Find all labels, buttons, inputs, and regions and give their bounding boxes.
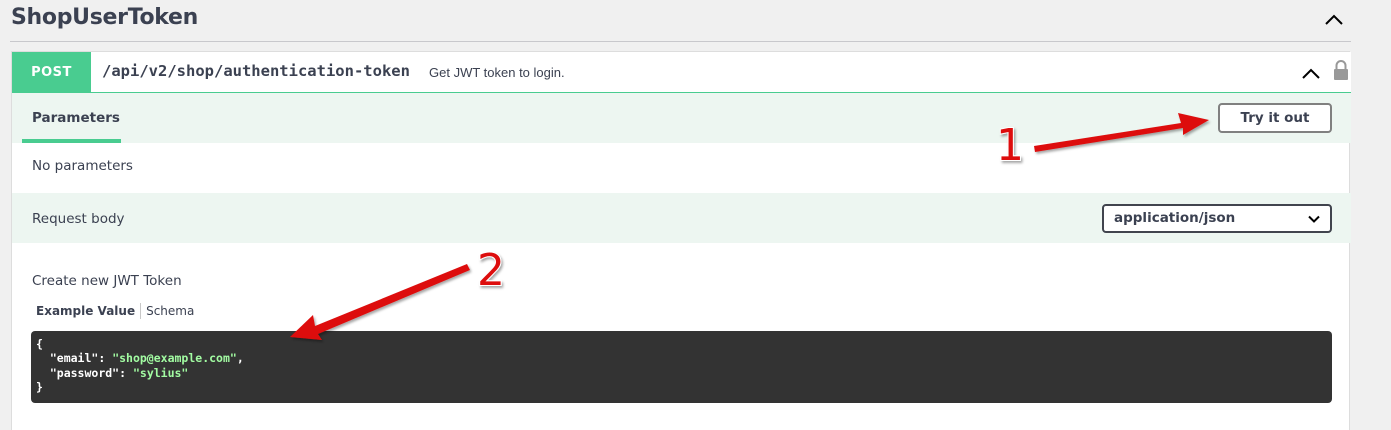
- code-password-value: "sylius": [132, 365, 189, 380]
- request-body-section-header: Request body application/json: [12, 193, 1351, 243]
- operation-summary[interactable]: POST /api/v2/shop/authentication-token G…: [12, 52, 1351, 93]
- tab-example-value[interactable]: Example Value: [36, 304, 140, 318]
- parameters-section-header: Parameters Try it out: [12, 93, 1351, 143]
- no-parameters-text: No parameters: [32, 158, 133, 174]
- content-type-value: application/json: [1114, 210, 1236, 226]
- code-email-key: "email": [49, 351, 99, 366]
- operation-path: /api/v2/shop/authentication-token: [102, 62, 410, 80]
- tag-title: ShopUserToken: [11, 5, 199, 30]
- method-badge: POST: [12, 52, 91, 92]
- operation-block: POST /api/v2/shop/authentication-token G…: [11, 51, 1351, 430]
- tag-header[interactable]: ShopUserToken: [10, 0, 1351, 42]
- code-email-value: "shop@example.com": [112, 351, 237, 366]
- example-schema-tabs: Example Value Schema: [36, 303, 194, 319]
- chevron-up-icon[interactable]: [1322, 8, 1346, 32]
- code-open-brace: {: [36, 337, 43, 351]
- code-password-key: "password": [49, 365, 120, 380]
- chevron-up-icon[interactable]: [1299, 62, 1323, 86]
- try-it-out-button[interactable]: Try it out: [1218, 103, 1332, 133]
- tab-schema[interactable]: Schema: [141, 304, 194, 318]
- lock-icon[interactable]: [1333, 59, 1349, 81]
- request-body-description: Create new JWT Token: [32, 273, 182, 289]
- code-close-brace: }: [36, 379, 43, 394]
- content-type-select[interactable]: application/json: [1102, 204, 1332, 233]
- request-body-label: Request body: [32, 211, 125, 227]
- example-value-code[interactable]: { "email": "shop@example.com", "password…: [31, 331, 1332, 403]
- operation-description: Get JWT token to login.: [429, 65, 565, 80]
- tab-parameters[interactable]: Parameters: [22, 93, 121, 143]
- chevron-down-icon: [1308, 215, 1320, 223]
